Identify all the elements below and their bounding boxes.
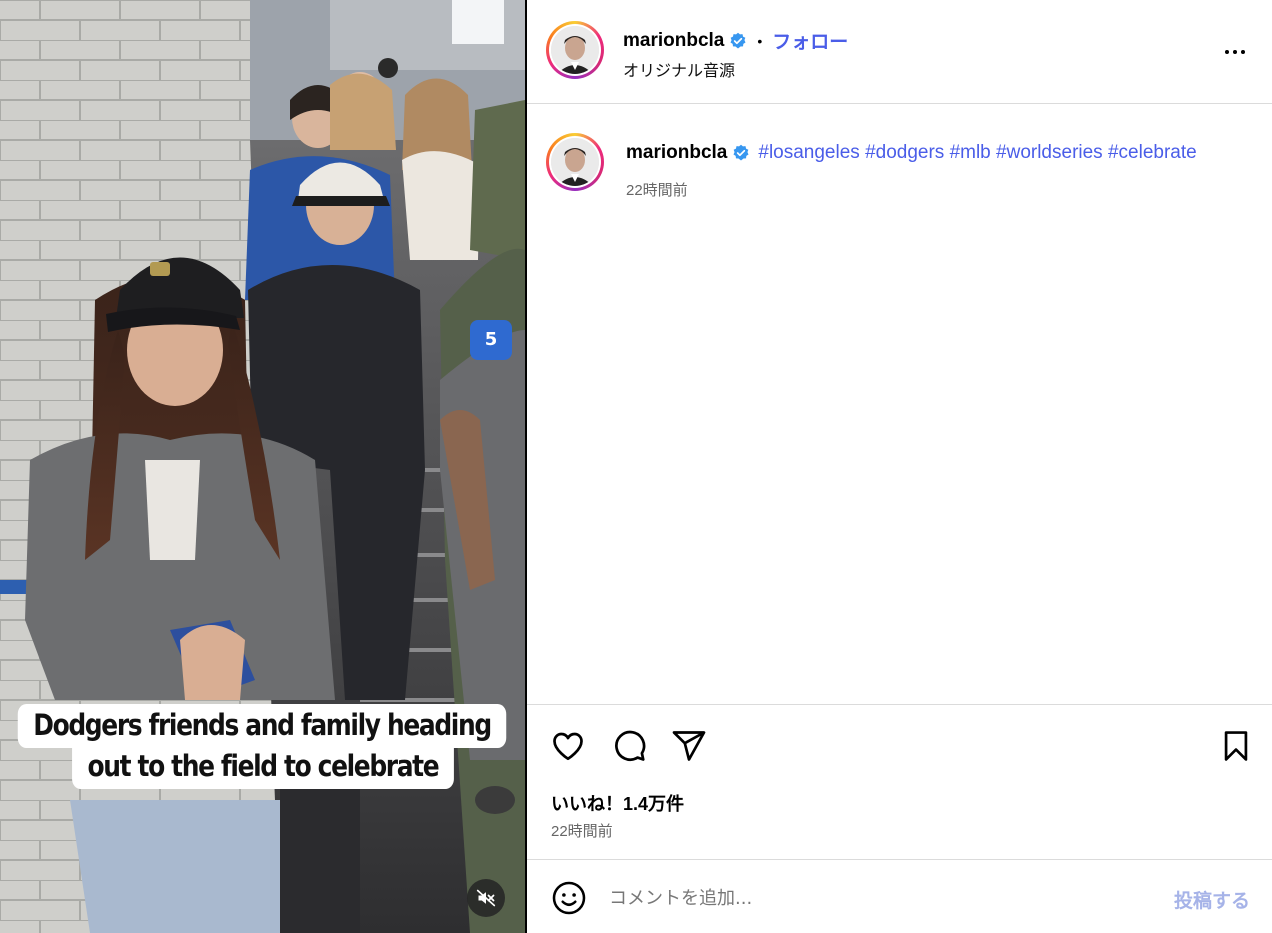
- share-icon: [672, 731, 706, 761]
- post-panel: marionbcla • フォロー オリジナル音源 marionbcla #lo…: [527, 0, 1272, 933]
- video-player[interactable]: 5 Dodgers friends and family heading out…: [0, 0, 525, 933]
- comment-icon: [615, 730, 646, 761]
- comment-input[interactable]: [609, 882, 1149, 914]
- like-button[interactable]: [549, 727, 587, 765]
- header-separator: •: [757, 32, 763, 49]
- caption-hashtags[interactable]: #losangeles #dodgers #mlb #worldseries #…: [758, 142, 1196, 164]
- post-caption: marionbcla #losangeles #dodgers #mlb #wo…: [527, 104, 1272, 704]
- caption-timestamp: 22時間前: [626, 182, 688, 199]
- comment-button[interactable]: [610, 727, 648, 765]
- bookmark-icon: [1224, 731, 1248, 761]
- original-audio-link[interactable]: オリジナル音源: [623, 57, 735, 81]
- post-actions: いいね！1.4万件 22時間前: [527, 704, 1272, 859]
- mute-toggle-button[interactable]: [467, 879, 505, 917]
- caption-line-2: out to the field to celebrate: [71, 744, 454, 789]
- verified-badge-icon: [729, 32, 747, 50]
- more-options-icon[interactable]: [1221, 38, 1249, 66]
- speaker-muted-icon: [476, 889, 496, 907]
- caption-author-username[interactable]: marionbcla: [626, 142, 727, 164]
- avatar-photo: [551, 26, 599, 74]
- video-caption: Dodgers friends and family heading out t…: [0, 704, 525, 789]
- avatar-photo: [551, 138, 599, 186]
- heart-icon: [553, 732, 583, 761]
- author-username[interactable]: marionbcla: [623, 30, 724, 52]
- follow-button[interactable]: フォロー: [772, 27, 848, 54]
- caption-line-1: Dodgers friends and family heading: [18, 704, 507, 748]
- post-timestamp: 22時間前: [551, 823, 613, 840]
- comment-bar: 投稿する: [527, 859, 1272, 933]
- emoji-icon[interactable]: [551, 880, 587, 916]
- video-frame: 5: [0, 0, 525, 933]
- caption-author-avatar[interactable]: [546, 133, 604, 191]
- verified-badge-icon: [732, 144, 750, 162]
- post-comment-button[interactable]: 投稿する: [1174, 886, 1250, 913]
- post-header: marionbcla • フォロー オリジナル音源: [527, 0, 1272, 104]
- share-button[interactable]: [670, 727, 708, 765]
- svg-text:5: 5: [485, 329, 498, 350]
- author-avatar[interactable]: [546, 21, 604, 79]
- save-button[interactable]: [1217, 727, 1255, 765]
- likes-count[interactable]: いいね！1.4万件: [551, 790, 684, 816]
